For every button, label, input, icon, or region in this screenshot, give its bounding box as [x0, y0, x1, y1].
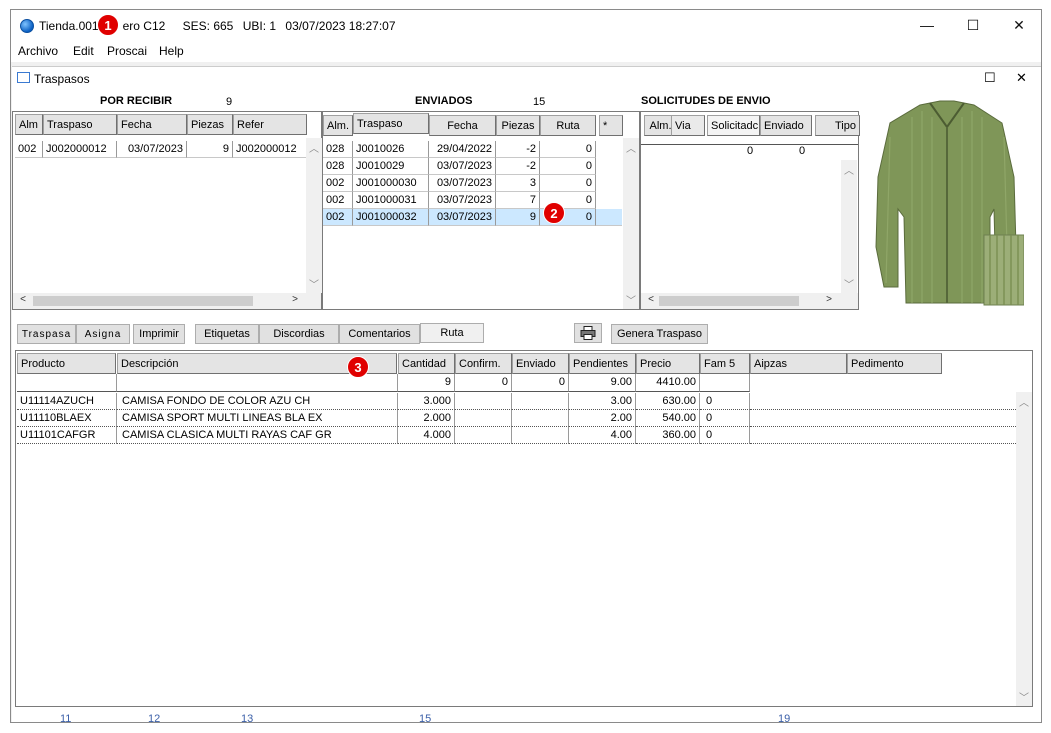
cantidad-total: 9 — [398, 374, 455, 392]
vertical-scrollbar[interactable]: ︿ ﹀ — [1016, 392, 1032, 706]
traspasa-button[interactable]: Traspasa — [17, 324, 76, 344]
minimize-button[interactable]: — — [904, 10, 950, 40]
bottom-tick: 15 — [419, 713, 432, 725]
menu-archivo[interactable]: Archivo — [18, 44, 58, 58]
child-maximize-button[interactable]: ☐ — [984, 70, 996, 86]
bottom-tick: 19 — [778, 713, 791, 725]
menu-help[interactable]: Help — [159, 44, 184, 58]
enviado-total: 0 — [799, 145, 806, 157]
col-header[interactable]: Solicitadc — [707, 115, 760, 136]
scroll-thumb[interactable] — [33, 296, 253, 306]
maximize-button[interactable]: ☐ — [950, 10, 996, 40]
child-title-bar: Traspasos ☐ ✕ — [12, 67, 1041, 89]
enviados-grid[interactable]: Alm. Traspaso Fecha Piezas Ruta * 028 J0… — [322, 111, 640, 310]
imprimir-button[interactable]: Imprimir — [133, 324, 185, 344]
child-title: Traspasos — [34, 72, 90, 86]
printer-icon — [580, 326, 596, 340]
asigna-button[interactable]: Asigna — [76, 324, 130, 344]
enviados-count: 15 — [533, 96, 546, 108]
col-header[interactable]: Traspaso — [353, 113, 429, 134]
detail-grid[interactable]: Producto Descripción Cantidad Confirm. E… — [15, 350, 1033, 707]
scroll-down-icon[interactable]: ﹀ — [841, 276, 857, 291]
col-header[interactable]: Precio — [636, 353, 700, 374]
vertical-scrollbar[interactable]: ︿ ﹀ — [306, 138, 322, 293]
scroll-down-icon[interactable]: ﹀ — [623, 292, 639, 307]
scroll-left-icon[interactable]: < — [15, 294, 31, 305]
col-header[interactable]: Refer — [233, 114, 307, 135]
horizontal-scrollbar[interactable]: < > — [641, 293, 858, 309]
scroll-right-icon[interactable]: > — [287, 294, 303, 305]
product-image — [868, 97, 1024, 309]
scroll-up-icon[interactable]: ︿ — [306, 140, 322, 155]
marker-1: 1 — [97, 14, 119, 36]
scroll-thumb[interactable] — [659, 296, 799, 306]
menu-proscai[interactable]: Proscai — [107, 44, 147, 58]
solicitudes-title: SOLICITUDES DE ENVIO — [641, 95, 771, 107]
scroll-up-icon[interactable]: ︿ — [1016, 394, 1032, 409]
col-header[interactable]: Piezas — [187, 114, 233, 135]
scroll-up-icon[interactable]: ︿ — [841, 162, 857, 177]
child-close-button[interactable]: ✕ — [1016, 70, 1027, 86]
comentarios-button[interactable]: Comentarios — [339, 324, 420, 344]
col-header[interactable]: Enviado — [760, 115, 812, 136]
window-icon — [17, 72, 30, 83]
print-button[interactable] — [574, 323, 602, 343]
col-header[interactable]: Cantidad — [398, 353, 455, 374]
menu-edit[interactable]: Edit — [73, 44, 94, 58]
bottom-tick: 12 — [148, 713, 161, 725]
marker-2: 2 — [543, 202, 565, 224]
enviado-total: 0 — [512, 374, 569, 392]
scroll-down-icon[interactable]: ﹀ — [306, 276, 322, 291]
scroll-left-icon[interactable]: < — [643, 294, 659, 305]
col-header[interactable]: Traspaso — [43, 114, 117, 135]
confirm-total: 0 — [455, 374, 512, 392]
solicitado-total: 0 — [747, 145, 754, 157]
globe-icon — [20, 19, 34, 33]
col-header[interactable]: Tipo — [815, 115, 860, 136]
col-header[interactable]: Producto — [17, 353, 116, 374]
solicitudes-grid[interactable]: Alm. Via Solicitadc Enviado Tipo 0 0 ︿ ﹀… — [640, 111, 860, 310]
vertical-scrollbar[interactable]: ︿ ﹀ — [623, 138, 639, 309]
bottom-tick: 13 — [241, 713, 254, 725]
close-button[interactable]: ✕ — [996, 10, 1042, 40]
col-header[interactable]: Alm. — [323, 115, 353, 136]
col-header[interactable]: Pendientes — [569, 353, 636, 374]
marker-3: 3 — [347, 356, 369, 378]
menu-bar: Archivo Edit Proscai Help — [11, 40, 1041, 62]
col-header[interactable]: Fecha — [429, 115, 496, 136]
col-header[interactable]: Alm — [15, 114, 43, 135]
col-header[interactable]: Piezas — [496, 115, 540, 136]
col-header[interactable]: Aipzas — [750, 353, 847, 374]
app-window: Tienda.001 ero C12 SES: 665 UBI: 1 03/07/… — [10, 9, 1042, 725]
genera-traspaso-button[interactable]: Genera Traspaso — [611, 324, 708, 344]
window-title: Tienda.001 ero C12 SES: 665 UBI: 1 03/07/… — [39, 19, 396, 33]
pendientes-total: 9.00 — [569, 374, 636, 392]
col-header[interactable]: Fam 5 — [700, 353, 750, 374]
title-bar[interactable]: Tienda.001 ero C12 SES: 665 UBI: 1 03/07/… — [11, 10, 1041, 40]
col-header[interactable]: Ruta — [540, 115, 596, 136]
etiquetas-button[interactable]: Etiquetas — [195, 324, 259, 344]
precio-total: 4410.00 — [636, 374, 700, 392]
vertical-scrollbar[interactable]: ︿ ﹀ — [841, 160, 857, 293]
col-header[interactable]: Confirm. — [455, 353, 512, 374]
scroll-up-icon[interactable]: ︿ — [623, 140, 639, 155]
enviados-title: ENVIADOS — [415, 95, 473, 107]
col-header[interactable]: Enviado — [512, 353, 569, 374]
scroll-right-icon[interactable]: > — [821, 294, 837, 305]
traspasos-window: Traspasos ☐ ✕ POR RECIBIR 9 ENVIADOS 15 … — [12, 66, 1041, 725]
col-header[interactable]: * — [599, 115, 623, 136]
discordias-button[interactable]: Discordias — [259, 324, 339, 344]
scroll-down-icon[interactable]: ﹀ — [1016, 689, 1032, 704]
bottom-tick: 11 — [60, 713, 72, 725]
por-recibir-grid[interactable]: Alm Traspaso Fecha Piezas Refer 002 J002… — [12, 111, 322, 310]
por-recibir-count: 9 — [226, 96, 233, 108]
col-header[interactable]: Fecha — [117, 114, 187, 135]
col-header[interactable]: Pedimento — [847, 353, 942, 374]
por-recibir-title: POR RECIBIR — [100, 95, 173, 107]
horizontal-scrollbar[interactable]: < > — [13, 293, 321, 309]
ruta-button[interactable]: Ruta — [420, 323, 484, 343]
col-header[interactable]: Via — [671, 115, 705, 136]
